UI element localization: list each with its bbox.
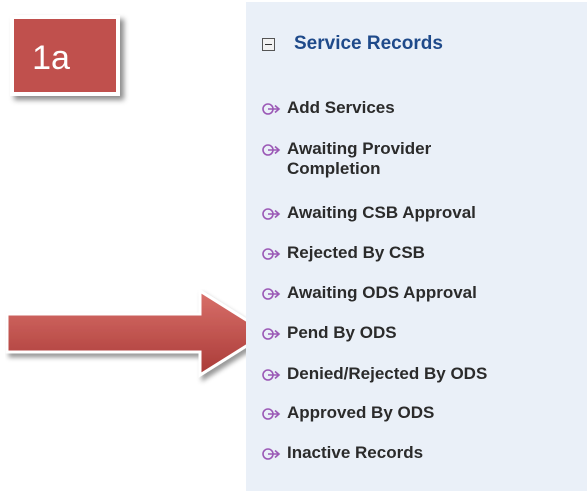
- arrow-circle-right-icon: [262, 328, 281, 340]
- menu-item-label: Inactive Records: [287, 443, 424, 462]
- arrow-circle-right-icon: [262, 369, 281, 381]
- menu-item-denied-rejected-by-ods[interactable]: Denied/Rejected By ODS: [262, 364, 537, 384]
- menu-item-label: Awaiting ODS Approval: [287, 283, 477, 302]
- collapse-minus-icon[interactable]: [262, 37, 275, 51]
- arrow-circle-right-icon: [262, 248, 281, 260]
- arrow-circle-right-icon: [262, 208, 281, 220]
- menu-item-label: Denied/Rejected By ODS: [287, 364, 488, 383]
- menu-item-awaiting-provider-completion[interactable]: Awaiting Provider Completion: [262, 139, 497, 179]
- menu-item-label: Rejected By CSB: [287, 243, 425, 262]
- menu-item-awaiting-ods-approval[interactable]: Awaiting ODS Approval: [262, 283, 537, 303]
- step-label: 1a: [32, 39, 70, 77]
- service-records-panel: Service Records Add Services Awaiting Pr…: [246, 2, 587, 491]
- step-label-box: 1a: [10, 15, 120, 96]
- menu-item-approved-by-ods[interactable]: Approved By ODS: [262, 403, 537, 423]
- pointer-arrow-icon: [5, 289, 270, 378]
- arrow-circle-right-icon: [262, 288, 281, 300]
- menu-item-label: Pend By ODS: [287, 323, 397, 342]
- section-title: Service Records: [294, 33, 443, 54]
- menu-item-add-services[interactable]: Add Services: [262, 98, 537, 118]
- arrow-circle-right-icon: [262, 408, 281, 420]
- menu-item-pend-by-ods[interactable]: Pend By ODS: [262, 323, 537, 343]
- menu-item-label: Approved By ODS: [287, 403, 435, 422]
- section-header[interactable]: Service Records: [262, 33, 443, 55]
- arrow-circle-right-icon: [262, 448, 281, 460]
- menu-item-label: Add Services: [287, 98, 395, 117]
- menu-item-label: Awaiting CSB Approval: [287, 203, 476, 222]
- menu-item-awaiting-csb-approval[interactable]: Awaiting CSB Approval: [262, 203, 537, 223]
- menu-item-label: Awaiting Provider Completion: [287, 139, 432, 178]
- menu-item-rejected-by-csb[interactable]: Rejected By CSB: [262, 243, 537, 263]
- arrow-circle-right-icon: [262, 144, 281, 156]
- arrow-circle-right-icon: [262, 103, 281, 115]
- menu-item-inactive-records[interactable]: Inactive Records: [262, 443, 537, 463]
